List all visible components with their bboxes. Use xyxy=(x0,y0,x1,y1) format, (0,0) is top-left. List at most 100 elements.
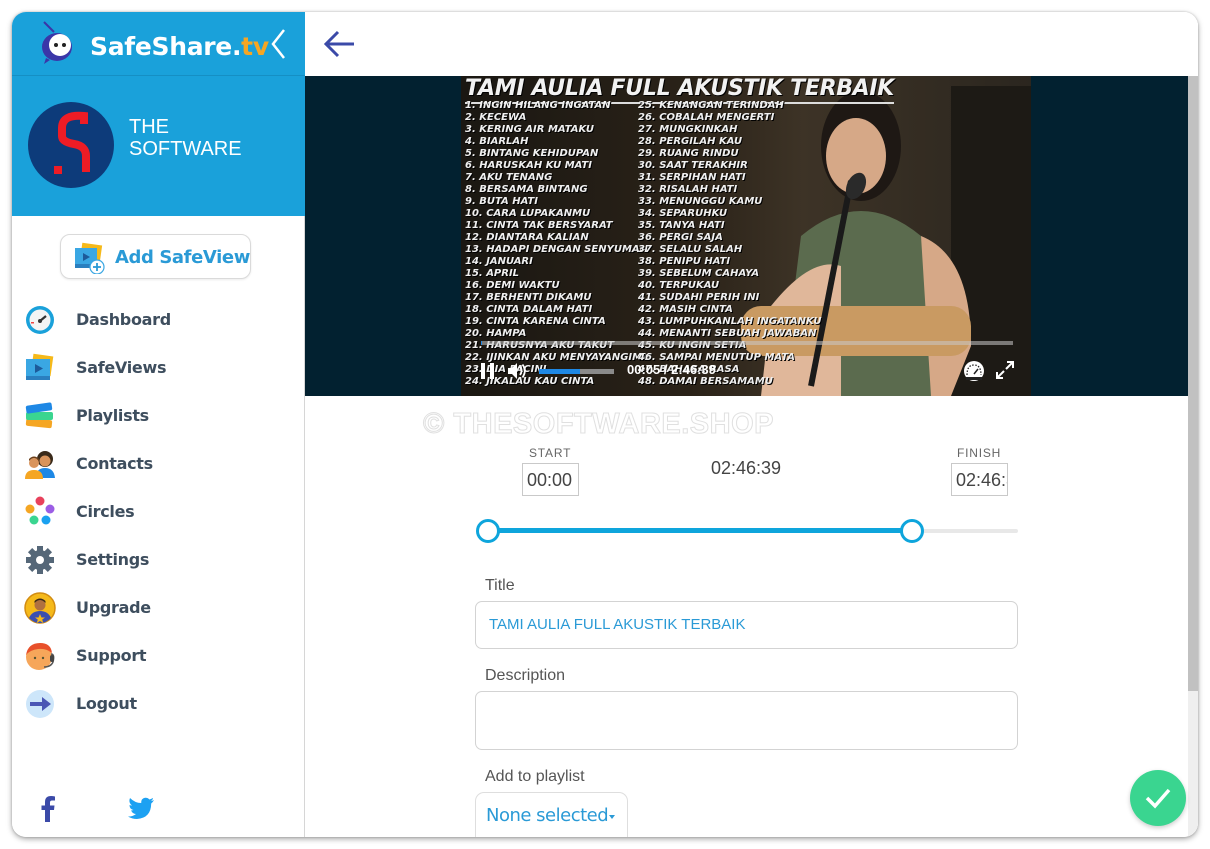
track-item: 4. BIARLAH xyxy=(465,136,529,147)
sidebar-item-label: Upgrade xyxy=(76,598,151,617)
finish-time-input[interactable]: 02:46:39 xyxy=(951,463,1008,496)
support-headset-icon xyxy=(26,643,55,670)
start-time-input[interactable]: 00:00 xyxy=(522,463,579,496)
brand-suffix-text: tv xyxy=(241,32,269,61)
sidebar-item-playlists[interactable]: Playlists xyxy=(12,392,305,440)
volume-icon[interactable] xyxy=(507,362,527,380)
sidebar: SafeShare.tv THE SOFTWARE Add SafeView D… xyxy=(12,12,305,837)
facebook-icon[interactable] xyxy=(38,794,58,822)
arrow-left-icon xyxy=(323,30,354,58)
save-confirm-button[interactable] xyxy=(1130,770,1186,826)
playlists-icon xyxy=(25,402,53,429)
sidebar-item-support[interactable]: Support xyxy=(12,632,305,680)
twitter-icon[interactable] xyxy=(127,797,155,821)
sidebar-item-contacts[interactable]: Contacts xyxy=(12,440,305,488)
profile-name: THE SOFTWARE xyxy=(129,116,269,160)
add-safeview-button[interactable]: Add SafeView xyxy=(60,234,251,279)
track-item: 29. RUANG RINDU xyxy=(638,148,739,159)
sidebar-item-label: SafeViews xyxy=(76,358,167,377)
sidebar-nav: Dashboard SafeViews Playlists Contacts C… xyxy=(12,296,305,728)
playlist-dropdown[interactable]: None selected xyxy=(475,792,628,837)
pause-button[interactable] xyxy=(481,363,495,379)
sidebar-item-dashboard[interactable]: Dashboard xyxy=(12,296,305,344)
brand-main-text: SafeShare. xyxy=(90,32,242,61)
track-item: 41. SUDAHI PERIH INI xyxy=(638,292,760,303)
profile-name-line1: THE xyxy=(129,116,169,138)
slider-end-handle[interactable] xyxy=(900,519,924,543)
track-item: 8. BERSAMA BINTANG xyxy=(465,184,588,195)
track-item: 39. SEBELUM CAHAYA xyxy=(638,268,760,279)
track-item: 40. TERPUKAU xyxy=(638,280,720,291)
video-controls: 00:05 / 2:46:39 xyxy=(461,356,1031,386)
track-item: 26. COBALAH MENGERTI xyxy=(638,112,775,123)
pause-icon-bar xyxy=(490,363,494,379)
sidebar-item-settings[interactable]: Settings xyxy=(12,536,305,584)
track-item: 20. HAMPA xyxy=(465,328,527,339)
track-item: 32. RISALAH HATI xyxy=(638,184,738,195)
main-panel: TAMI AULIA FULL AKUSTIK TERBAIK 1. INGIN… xyxy=(305,12,1198,837)
track-item: 7. AKU TENANG xyxy=(465,172,553,183)
track-item: 28. PERGILAH KAU xyxy=(638,136,743,147)
fullscreen-icon[interactable] xyxy=(995,360,1015,380)
track-item: 30. SAAT TERAKHIR xyxy=(638,160,748,171)
track-item: 18. CINTA DALAM HATI xyxy=(465,304,593,315)
chevron-left-icon xyxy=(271,29,285,59)
track-item: 27. MUNGKINKAH xyxy=(638,124,738,135)
scrollbar-thumb[interactable] xyxy=(1188,76,1198,691)
volume-slider[interactable] xyxy=(539,369,614,374)
video-seek-bar[interactable] xyxy=(481,341,1013,345)
contacts-icon xyxy=(25,451,55,479)
track-item: 17. BERHENTI DIKAMU xyxy=(465,292,592,303)
the-software-logo-icon xyxy=(54,111,90,174)
track-item: 1. INGIN HILANG INGATAN xyxy=(465,100,611,111)
playback-speed-icon[interactable] xyxy=(963,360,985,382)
app-window: SafeShare.tv THE SOFTWARE Add SafeView D… xyxy=(12,12,1198,837)
track-item: 43. LUMPUHKANLAH INGATANKU xyxy=(638,316,822,327)
track-item: 14. JANUARI xyxy=(465,256,533,267)
track-item: 3. KERING AIR MATAKU xyxy=(465,124,594,135)
track-item: 2. KECEWA xyxy=(465,112,527,123)
safeshare-mascot-logo-icon xyxy=(42,21,72,64)
video-played-bar xyxy=(481,341,482,345)
sidebar-header: SafeShare.tv THE SOFTWARE xyxy=(12,12,305,216)
description-label: Description xyxy=(485,667,566,684)
track-item: 33. MENUNGGU KAMU xyxy=(638,196,763,207)
track-item: 16. DEMI WAKTU xyxy=(465,280,560,291)
track-item: 11. CINTA TAK BERSYARAT xyxy=(465,220,613,231)
sidebar-item-label: Contacts xyxy=(76,454,153,473)
clip-duration: 02:46:39 xyxy=(711,458,782,478)
brand-name[interactable]: SafeShare.tv xyxy=(90,32,269,61)
trim-range-slider[interactable] xyxy=(475,517,1018,545)
video-thumbnail[interactable]: TAMI AULIA FULL AKUSTIK TERBAIK 1. INGIN… xyxy=(461,76,1031,396)
slider-selected-range xyxy=(488,528,912,533)
track-item: 31. SERPIHAN HATI xyxy=(638,172,746,183)
sidebar-item-label: Circles xyxy=(76,502,135,521)
sidebar-item-logout[interactable]: Logout xyxy=(12,680,305,728)
pause-icon-bar xyxy=(481,363,485,379)
track-item: 15. APRIL xyxy=(465,268,520,279)
sidebar-item-label: Support xyxy=(76,646,147,665)
slider-start-handle[interactable] xyxy=(476,519,500,543)
title-input[interactable]: TAMI AULIA FULL AKUSTIK TERBAIK xyxy=(475,601,1018,649)
track-item: 25. KENANGAN TERINDAH xyxy=(638,100,784,111)
sidebar-item-upgrade[interactable]: Upgrade xyxy=(12,584,305,632)
back-button[interactable] xyxy=(321,28,357,60)
sidebar-item-circles[interactable]: Circles xyxy=(12,488,305,536)
circles-icon xyxy=(25,496,55,525)
top-bar xyxy=(305,12,1198,76)
scrollbar[interactable] xyxy=(1188,76,1198,837)
add-video-icon xyxy=(75,242,105,274)
profile-avatar[interactable] xyxy=(28,102,114,188)
social-links xyxy=(12,794,305,824)
profile-name-line2: SOFTWARE xyxy=(129,138,242,160)
sidebar-item-safeviews[interactable]: SafeViews xyxy=(12,344,305,392)
description-input[interactable] xyxy=(475,691,1018,750)
track-item: 12. DIANTARA KALIAN xyxy=(465,232,589,243)
track-item: 44. MENANTI SEBUAH JAWABAN xyxy=(638,328,817,339)
track-item: 38. PENIPU HATI xyxy=(638,256,731,267)
playlist-label: Add to playlist xyxy=(485,768,585,785)
gear-icon xyxy=(26,546,54,574)
video-player[interactable]: TAMI AULIA FULL AKUSTIK TERBAIK 1. INGIN… xyxy=(305,76,1188,396)
track-item: 37. SELALU SALAH xyxy=(638,244,743,255)
collapse-sidebar-button[interactable] xyxy=(267,26,291,62)
